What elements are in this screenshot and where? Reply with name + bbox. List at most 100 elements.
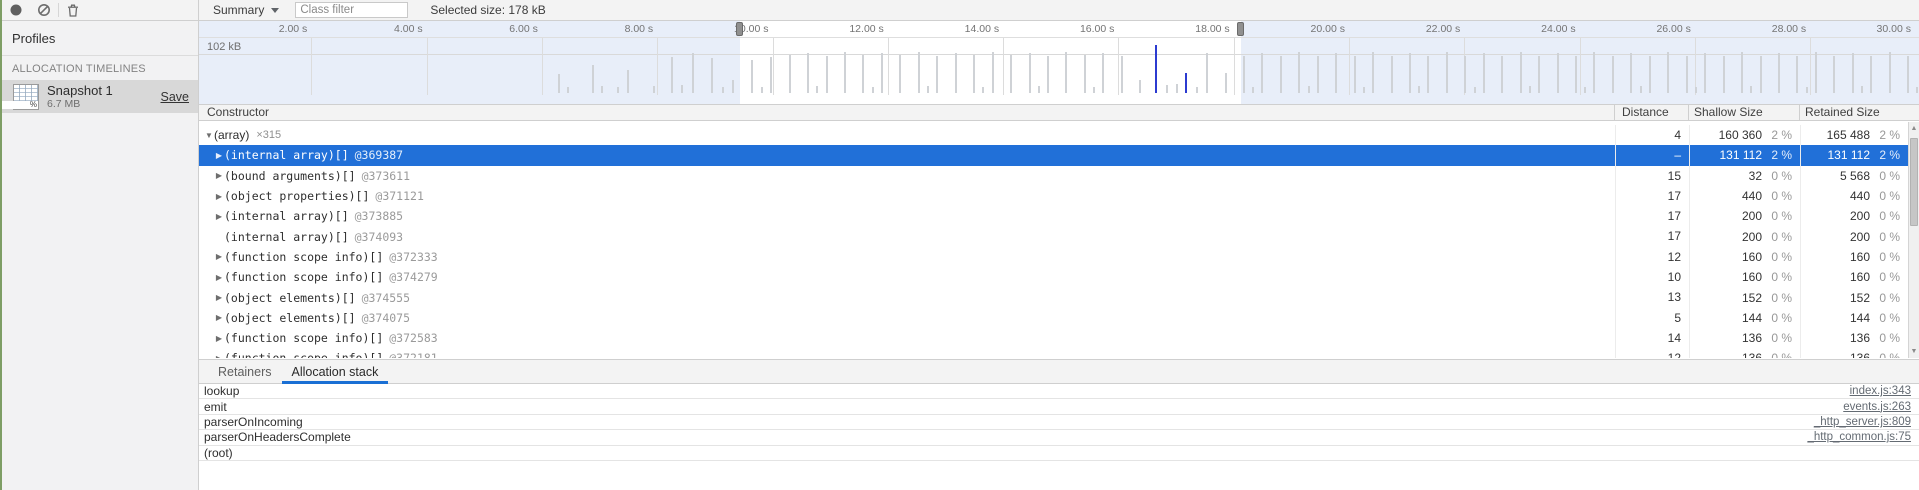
expand-triangle-icon[interactable]: ▶	[214, 171, 224, 180]
selection-grip-left[interactable]	[736, 22, 743, 36]
selection-grip-right[interactable]	[1237, 22, 1244, 36]
allocation-bar	[1889, 52, 1891, 93]
retained-size-value: 5 568	[1801, 169, 1870, 183]
column-header-shallow-size[interactable]: Shallow Size	[1689, 105, 1800, 120]
tab-allocation-stack[interactable]: Allocation stack	[282, 360, 389, 383]
retained-size-percent: 0 %	[1870, 270, 1908, 284]
expand-triangle-icon[interactable]: ▶	[214, 273, 224, 282]
allocation-bar	[1409, 53, 1411, 93]
column-header-constructor[interactable]: Constructor	[199, 105, 1615, 120]
tab-retainers[interactable]: Retainers	[208, 360, 282, 383]
expand-triangle-icon[interactable]: ▶	[214, 252, 224, 261]
allocation-bar	[1363, 87, 1365, 93]
heap-object-row[interactable]: ▶(function scope info)[]@372181121360 %1…	[199, 348, 1908, 358]
object-id: @373885	[355, 209, 403, 223]
heap-object-row-selected[interactable]: ▶(internal array)[]@369387–131 1122 %131…	[199, 145, 1908, 165]
scroll-up-arrow-icon[interactable]: ▲	[1909, 125, 1919, 132]
allocation-bar	[1916, 87, 1918, 93]
stack-frame-row[interactable]: (root)	[199, 446, 1919, 461]
source-link[interactable]: events.js:263	[1843, 401, 1919, 413]
allocation-bar	[1155, 45, 1157, 93]
heap-object-row[interactable]: ▶(function scope info)[]@374279101600 %1…	[199, 267, 1908, 287]
allocation-bar	[1196, 87, 1198, 93]
heap-object-row[interactable]: ▶(function scope info)[]@372333121600 %1…	[199, 247, 1908, 267]
stack-frame-row[interactable]: parserOnIncoming_http_server.js:809	[199, 415, 1919, 430]
expand-triangle-icon[interactable]: ▶	[214, 151, 224, 160]
retained-size-value: 152	[1801, 291, 1870, 305]
column-header-distance[interactable]: Distance	[1615, 105, 1689, 120]
allocation-bar	[1391, 56, 1393, 93]
stack-frame-row[interactable]: emitevents.js:263	[199, 399, 1919, 414]
allocation-bar	[1280, 56, 1282, 93]
save-link[interactable]: Save	[161, 90, 190, 104]
distance-cell: –	[1615, 145, 1689, 165]
allocation-bar	[732, 80, 734, 93]
collapse-triangle-icon[interactable]: ▼	[204, 131, 214, 140]
scroll-down-arrow-icon[interactable]: ▼	[1909, 348, 1919, 355]
expand-triangle-icon[interactable]: ▶	[214, 334, 224, 343]
allocation-bar	[770, 57, 772, 93]
retained-size-value: 440	[1801, 189, 1870, 203]
allocation-bar	[1038, 86, 1040, 93]
allocation-bar	[927, 86, 929, 93]
sidebar-item-snapshot-1[interactable]: % Snapshot 1 6.7 MB Save	[0, 80, 198, 113]
ruler-tick-label: 12.00 s	[808, 23, 884, 35]
ruler-tick-label: 26.00 s	[1615, 23, 1691, 35]
heap-snapshot-icon: %	[13, 84, 39, 110]
allocation-bar	[844, 52, 846, 93]
scrollbar-thumb[interactable]	[1910, 138, 1918, 226]
stack-frame-row[interactable]: parserOnHeadersComplete_http_common.js:7…	[199, 430, 1919, 445]
stack-frame-row[interactable]: lookupindex.js:343	[199, 384, 1919, 399]
ruler-tick-label: 20.00 s	[1269, 23, 1345, 35]
heap-object-row[interactable]: ▶(object elements)[]@374555131520 %1520 …	[199, 287, 1908, 307]
retained-size-percent: 0 %	[1870, 209, 1908, 223]
allocation-bar	[1593, 52, 1595, 93]
record-icon[interactable]	[6, 1, 26, 19]
constructor-cell: ▶(bound arguments)[]@373611	[199, 169, 1615, 183]
expand-triangle-icon[interactable]: ▶	[214, 212, 224, 221]
perspective-select-label: Summary	[213, 3, 264, 17]
class-filter-input[interactable]	[295, 2, 408, 18]
shallow-size-value: 200	[1690, 209, 1762, 223]
heap-object-row[interactable]: ▶(function scope info)[]@372583141360 %1…	[199, 328, 1908, 348]
retained-size-cell: 4400 %	[1800, 186, 1908, 206]
allocation-timeline-overview[interactable]: 102 kB 2.00 s4.00 s6.00 s8.00 s10.00 s12…	[199, 21, 1919, 104]
trash-icon[interactable]	[63, 1, 83, 19]
perspective-select[interactable]: Summary	[213, 3, 279, 17]
vertical-scrollbar[interactable]: ▲ ▼	[1908, 122, 1919, 358]
heap-object-row[interactable]: ▼(array)×3154160 3602 %165 4882 %	[199, 125, 1908, 145]
allocation-bar	[1093, 87, 1095, 93]
source-link[interactable]: _http_common.js:75	[1807, 431, 1919, 443]
shallow-size-cell: 2000 %	[1689, 226, 1800, 246]
snapshot-name: Snapshot 1	[47, 84, 161, 98]
time-gridline	[1118, 37, 1119, 95]
shallow-size-percent: 0 %	[1762, 169, 1800, 183]
constructor-cell: ▶(internal array)[]@373885	[199, 209, 1615, 223]
expand-triangle-icon[interactable]: ▶	[214, 313, 224, 322]
heap-object-row[interactable]: ▶(object elements)[]@37407551440 %1440 %	[199, 308, 1908, 328]
allocation-bar	[1065, 52, 1067, 93]
heap-object-row[interactable]: (internal array)[]@374093172000 %2000 %	[199, 226, 1908, 246]
shallow-size-percent: 0 %	[1762, 311, 1800, 325]
allocation-bar	[1372, 52, 1374, 93]
allocation-bar	[1750, 86, 1752, 93]
time-gridline	[1580, 37, 1581, 95]
source-link[interactable]: _http_server.js:809	[1814, 416, 1919, 428]
ruler-tick-label: 16.00 s	[1038, 23, 1114, 35]
expand-triangle-icon[interactable]: ▶	[214, 354, 224, 358]
allocation-bar	[1185, 73, 1187, 93]
source-link[interactable]: index.js:343	[1850, 385, 1919, 397]
heap-object-row[interactable]: ▶(internal array)[]@373885172000 %2000 %	[199, 206, 1908, 226]
constructor-name: (internal array)[]	[224, 230, 349, 244]
expand-triangle-icon[interactable]: ▶	[214, 192, 224, 201]
heap-object-row[interactable]: ▶(object properties)[]@371121174400 %440…	[199, 186, 1908, 206]
heap-object-row[interactable]: ▶(bound arguments)[]@37361115320 %5 5680…	[199, 166, 1908, 186]
column-header-retained-size[interactable]: Retained Size	[1800, 105, 1908, 120]
constructor-cell: ▶(function scope info)[]@372333	[199, 250, 1615, 264]
ruler-tick-label: 8.00 s	[577, 23, 653, 35]
clear-icon[interactable]	[34, 1, 54, 19]
distance-cell: 12	[1615, 348, 1689, 358]
expand-triangle-icon[interactable]: ▶	[214, 293, 224, 302]
retained-size-cell: 1600 %	[1800, 267, 1908, 287]
stack-frame-name: lookup	[199, 384, 1850, 398]
